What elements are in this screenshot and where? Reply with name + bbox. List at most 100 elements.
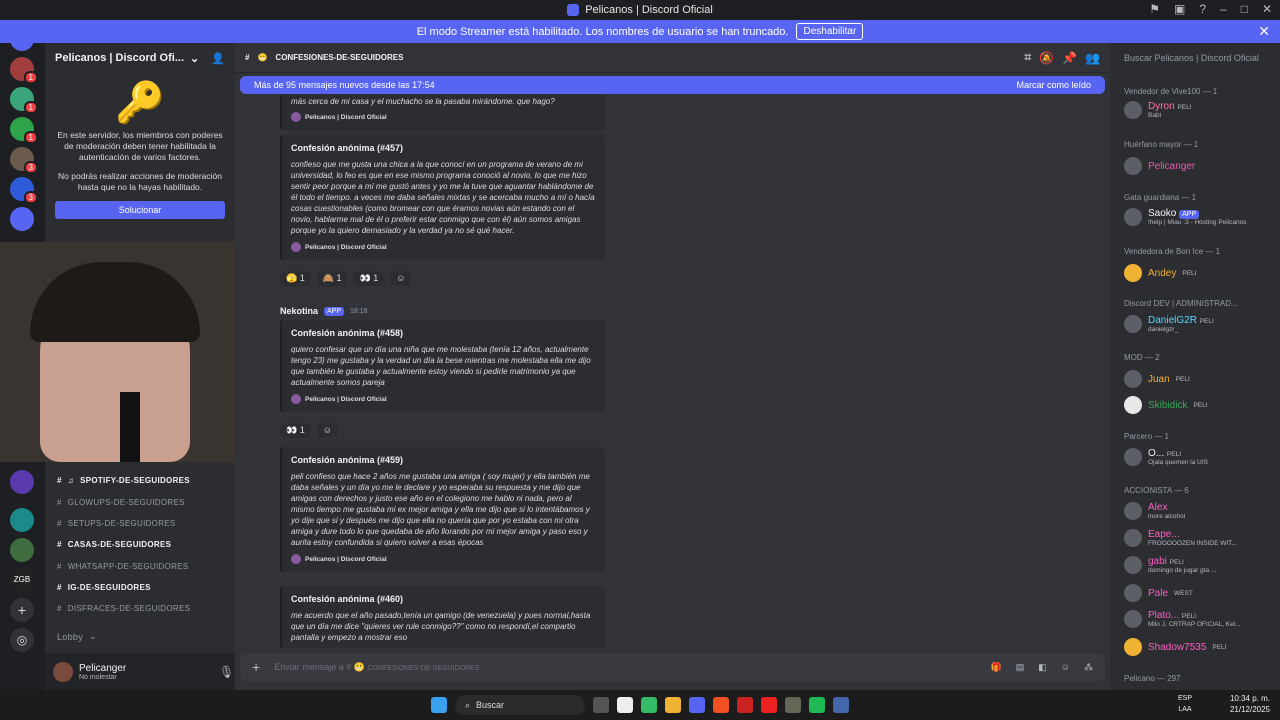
- channel-item[interactable]: # glowups-de-seguidores: [57, 498, 185, 507]
- author-name[interactable]: Nekotina: [280, 306, 318, 316]
- server-icon[interactable]: [10, 508, 34, 532]
- clock[interactable]: 10:34 p. m. 21/12/2025: [1230, 693, 1270, 715]
- member-item[interactable]: Juan PELI: [1124, 370, 1274, 388]
- hash-icon: #: [57, 562, 62, 571]
- member-item[interactable]: gabi PELI domingo de jugar gta ...: [1124, 556, 1274, 574]
- channel-item[interactable]: # ♫ spotify-de-seguidores: [57, 476, 190, 485]
- brave-icon[interactable]: [713, 697, 729, 713]
- windows-start-icon[interactable]: [431, 697, 447, 713]
- app-icon[interactable]: [833, 697, 849, 713]
- reaction[interactable]: 🫣 1: [280, 271, 311, 286]
- server-icon[interactable]: [10, 538, 34, 562]
- add-server-icon[interactable]: +: [10, 598, 34, 622]
- reaction[interactable]: 👀 1: [280, 423, 311, 438]
- member-item[interactable]: Plato... PELI Milo J, CRTRAP OFICIAL, Kel…: [1124, 610, 1274, 628]
- x-app-icon[interactable]: [761, 697, 777, 713]
- discover-icon[interactable]: ◎: [10, 628, 34, 652]
- channel-item[interactable]: # ig-de-seguidores: [57, 583, 151, 592]
- member-item[interactable]: Dyron PELI Babi: [1124, 101, 1274, 119]
- server-icon: [291, 112, 301, 122]
- attach-icon[interactable]: +: [252, 659, 260, 675]
- search-input[interactable]: Buscar Pelicanos | Discord Oficial: [1110, 43, 1280, 73]
- minimize-button[interactable]: –: [1220, 2, 1227, 16]
- app-icon[interactable]: [641, 697, 657, 713]
- microphone-shape: [120, 392, 140, 462]
- member-item[interactable]: Skibidick PELI: [1124, 396, 1274, 414]
- solve-button[interactable]: Solucionar: [55, 201, 225, 219]
- timestamp: 18:18: [350, 307, 368, 315]
- threads-icon[interactable]: ⌗: [1024, 50, 1031, 65]
- mark-read-button[interactable]: Marcar como leído: [1016, 80, 1091, 90]
- taskbar-search[interactable]: ⌕ Buscar: [455, 695, 585, 715]
- microphone-icon[interactable]: 🎙: [219, 665, 234, 679]
- file-explorer-icon[interactable]: [665, 697, 681, 713]
- chevron-down-icon[interactable]: ⌄: [190, 52, 199, 65]
- hash-icon: #: [245, 53, 250, 62]
- avatar: [1124, 584, 1142, 602]
- close-icon[interactable]: ✕: [1258, 23, 1270, 40]
- add-reaction-icon[interactable]: ☺: [316, 423, 338, 438]
- pin-icon[interactable]: 📌: [1062, 51, 1077, 65]
- channel-item[interactable]: # disfraces-de-seguidores: [57, 604, 190, 613]
- inbox-icon[interactable]: ⚑: [1149, 2, 1160, 16]
- notion-icon[interactable]: [617, 697, 633, 713]
- member-group-header: MOD — 2: [1124, 353, 1160, 362]
- embed-body: quiero confesar que un día una niña que …: [291, 345, 591, 387]
- home-button[interactable]: [10, 27, 34, 51]
- download-icon[interactable]: ▣: [1174, 2, 1185, 16]
- spotify-icon[interactable]: [809, 697, 825, 713]
- server-icon-zgb[interactable]: ZGB: [10, 568, 34, 592]
- category-lobby[interactable]: Lobby ⌄: [57, 631, 97, 642]
- member-item[interactable]: Pale WEST: [1124, 584, 1274, 602]
- channel-header: # 😬 confesiones-de-seguidores ⌗ 🔕 📌 👥: [235, 43, 1110, 73]
- embed-body: peli confieso que hace 2 años me gustaba…: [291, 472, 590, 547]
- server-icon[interactable]: 1: [10, 117, 38, 144]
- app-icon[interactable]: [737, 697, 753, 713]
- reaction[interactable]: 🙈 1: [316, 271, 348, 286]
- channel-item[interactable]: # casas-de-seguidores: [57, 540, 171, 549]
- avatar[interactable]: [53, 661, 73, 682]
- disable-streamer-button[interactable]: Deshabilitar: [796, 23, 864, 40]
- member-item[interactable]: Shadow7535 PELI: [1124, 638, 1274, 656]
- server-icon[interactable]: 3: [10, 177, 38, 204]
- server-icon[interactable]: [10, 470, 34, 494]
- sticker-icon[interactable]: ◧: [1038, 662, 1047, 673]
- server-icon[interactable]: 1: [10, 87, 38, 114]
- member-item[interactable]: DanielG2R PELI danielgzr_: [1124, 315, 1274, 333]
- member-item[interactable]: Saoko APP !help | Miau :3 - Hosting Pelic…: [1124, 208, 1274, 226]
- emoji-picker-icon[interactable]: ☺: [1061, 662, 1070, 672]
- language-indicator[interactable]: ESP LAA: [1178, 693, 1192, 715]
- mute-icon[interactable]: 🔕: [1039, 51, 1054, 65]
- obs-icon[interactable]: [785, 697, 801, 713]
- task-view-icon[interactable]: [593, 697, 609, 713]
- gif-icon[interactable]: ▤: [1016, 662, 1025, 673]
- apps-icon[interactable]: ⁂: [1084, 662, 1093, 673]
- member-name: Shadow7535: [1148, 641, 1207, 653]
- channel-item[interactable]: # setups-de-seguidores: [57, 519, 176, 528]
- discord-taskbar-icon[interactable]: [689, 697, 705, 713]
- member-name: Alex: [1148, 502, 1168, 513]
- member-item[interactable]: O... PELI Ojala quemen la UIS: [1124, 448, 1274, 466]
- message-composer[interactable]: + Enviar mensaje a # 😬 confesiones-de-se…: [240, 653, 1105, 681]
- chevron-down-icon: ⌄: [89, 631, 97, 641]
- composer-placeholder: Enviar mensaje a # 😬 confesiones-de-segu…: [274, 661, 480, 672]
- server-icon[interactable]: 3: [10, 147, 38, 174]
- maximize-button[interactable]: □: [1241, 2, 1248, 16]
- server-icon[interactable]: 1: [10, 57, 38, 84]
- member-item[interactable]: Eape... FROOOOOZEN INSIDE WIT...: [1124, 529, 1274, 547]
- add-reaction-icon[interactable]: ☺: [390, 271, 412, 286]
- member-item[interactable]: Pelicanger: [1124, 157, 1274, 175]
- member-name: Pelicanger: [1148, 160, 1196, 172]
- member-item[interactable]: Andey PELI: [1124, 264, 1274, 282]
- add-member-icon[interactable]: 👤: [211, 52, 225, 65]
- reaction[interactable]: 👀 1: [353, 271, 385, 286]
- new-messages-bar[interactable]: Más de 95 mensajes nuevos desde las 17:5…: [240, 76, 1105, 94]
- help-icon[interactable]: ?: [1199, 2, 1206, 16]
- server-icon[interactable]: [10, 207, 34, 231]
- channel-item[interactable]: # whatsapp-de-seguidores: [57, 562, 188, 571]
- guild-header[interactable]: Pelicanos | Discord Ofi... ⌄ 👤: [45, 43, 235, 73]
- close-window-button[interactable]: ✕: [1262, 2, 1272, 16]
- members-icon[interactable]: 👥: [1085, 51, 1100, 65]
- member-item[interactable]: Alex more alcohol: [1124, 502, 1274, 520]
- gift-icon[interactable]: 🎁: [991, 662, 1002, 673]
